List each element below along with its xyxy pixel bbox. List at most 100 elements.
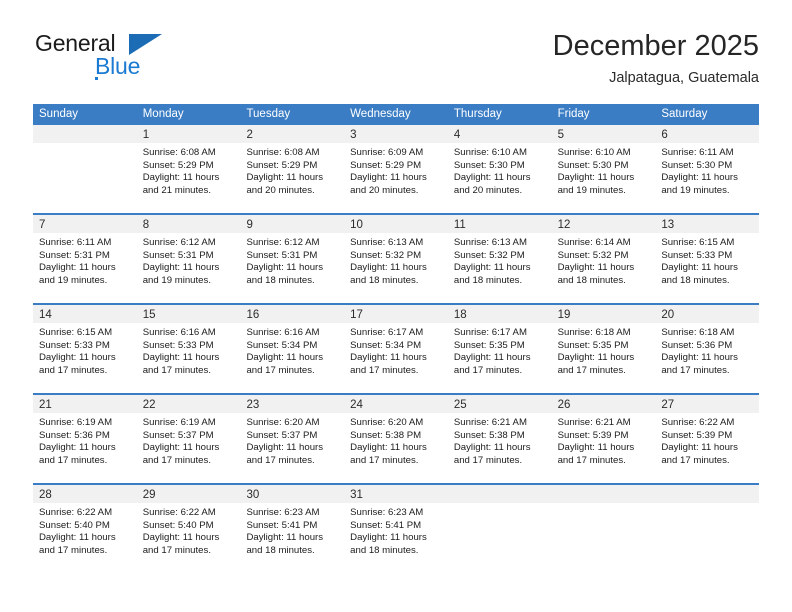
day-number: 26	[557, 399, 571, 411]
daylight-text-line1: Daylight: 11 hours	[557, 352, 635, 364]
day-cell[interactable]: 15 Sunrise: 6:16 AM Sunset: 5:33 PM Dayligh…	[136, 305, 241, 393]
day-details: Sunrise: 6:10 AM Sunset: 5:30 PM Daylight:…	[552, 143, 656, 197]
day-number: 10	[350, 219, 363, 231]
day-cell[interactable]: 1 Sunrise: 6:08 AM Sunset: 5:29 PM Daylight…	[136, 125, 241, 213]
day-number: 22	[142, 399, 156, 411]
day-cell[interactable]: 6 Sunrise: 6:11 AM Sunset: 5:30 PM Daylight…	[655, 125, 760, 213]
calendar-page: General Blue December 2025 Jalpatagua, G…	[0, 0, 792, 612]
day-number-band: 19	[551, 305, 656, 323]
day-cell[interactable]: 20 Sunrise: 6:18 AM Sunset: 5:36 PM Dayligh…	[655, 305, 760, 393]
day-number: 11	[453, 219, 466, 231]
day-cell[interactable]: 11 Sunrise: 6:13 AM Sunset: 5:32 PM Dayligh…	[447, 215, 552, 303]
daylight-text-line1: Daylight: 11 hours	[453, 352, 531, 364]
day-number-band: 25	[447, 395, 552, 413]
day-number-band: 22	[136, 395, 241, 413]
day-number-band	[551, 485, 656, 503]
daylight-text-line1: Daylight: 11 hours	[39, 352, 116, 364]
day-cell[interactable]: 8 Sunrise: 6:12 AM Sunset: 5:31 PM Daylight…	[136, 215, 241, 303]
day-cell[interactable]: 24 Sunrise: 6:20 AM Sunset: 5:38 PM Dayligh…	[344, 395, 448, 483]
sunrise-text: Sunrise: 6:20 AM	[350, 417, 424, 428]
daylight-text-line2: and 17 minutes.	[350, 454, 419, 466]
day-number-band: 3	[344, 125, 448, 143]
daylight-text-line2: and 18 minutes.	[350, 544, 419, 556]
day-number-band: 29	[136, 485, 241, 503]
day-number-band: 9	[240, 215, 345, 233]
daylight-text-line2: and 17 minutes.	[142, 544, 211, 556]
day-details: Sunrise: 6:15 AM Sunset: 5:33 PM Daylight:…	[655, 233, 759, 287]
day-cell[interactable]: 9 Sunrise: 6:12 AM Sunset: 5:31 PM Daylight…	[240, 215, 345, 303]
daylight-text-line1: Daylight: 11 hours	[350, 352, 427, 364]
day-cell[interactable]: 26 Sunrise: 6:21 AM Sunset: 5:39 PM Dayligh…	[551, 395, 656, 483]
daylight-text-line1: Daylight: 11 hours	[350, 442, 427, 454]
daylight-text-line2: and 17 minutes.	[661, 364, 730, 376]
day-cell[interactable]: 25 Sunrise: 6:21 AM Sunset: 5:38 PM Dayligh…	[447, 395, 552, 483]
day-cell[interactable]: 5 Sunrise: 6:10 AM Sunset: 5:30 PM Daylight…	[551, 125, 656, 213]
day-cell[interactable]: 4 Sunrise: 6:10 AM Sunset: 5:30 PM Daylight…	[447, 125, 552, 213]
day-cell[interactable]: 30 Sunrise: 6:23 AM Sunset: 5:41 PM Dayligh…	[240, 485, 345, 573]
day-number-band: 28	[33, 485, 137, 503]
daylight-text-line2: and 19 minutes.	[39, 274, 108, 286]
sunrise-text: Sunrise: 6:17 AM	[350, 327, 424, 338]
day-cell[interactable]: 29 Sunrise: 6:22 AM Sunset: 5:40 PM Dayligh…	[136, 485, 241, 573]
sunrise-text: Sunrise: 6:18 AM	[661, 327, 735, 338]
sunrise-text: Sunrise: 6:11 AM	[39, 237, 112, 248]
day-number-band: 15	[136, 305, 241, 323]
daylight-text-line1: Daylight: 11 hours	[661, 262, 738, 274]
day-number-band	[33, 125, 137, 143]
day-number-band: 30	[240, 485, 345, 503]
day-details: Sunrise: 6:08 AM Sunset: 5:29 PM Daylight:…	[240, 143, 344, 197]
sunset-text: Sunset: 5:29 PM	[142, 159, 214, 171]
day-cell[interactable]: 10 Sunrise: 6:13 AM Sunset: 5:32 PM Dayligh…	[344, 215, 448, 303]
day-number: 27	[661, 399, 675, 411]
day-cell[interactable]: 23 Sunrise: 6:20 AM Sunset: 5:37 PM Dayligh…	[240, 395, 345, 483]
day-cell[interactable]: 17 Sunrise: 6:17 AM Sunset: 5:34 PM Dayligh…	[344, 305, 448, 393]
sunrise-text: Sunrise: 6:13 AM	[350, 237, 424, 248]
daylight-text-line1: Daylight: 11 hours	[246, 262, 324, 274]
day-cell[interactable]: 19 Sunrise: 6:18 AM Sunset: 5:35 PM Dayligh…	[551, 305, 656, 393]
day-cell[interactable]: 28 Sunrise: 6:22 AM Sunset: 5:40 PM Dayligh…	[33, 485, 137, 573]
day-cell[interactable]: 12 Sunrise: 6:14 AM Sunset: 5:32 PM Dayligh…	[551, 215, 656, 303]
day-details: Sunrise: 6:23 AM Sunset: 5:41 PM Daylight:…	[240, 503, 344, 557]
day-number-band: 2	[240, 125, 345, 143]
daylight-text-line2: and 20 minutes.	[350, 184, 419, 196]
day-cell[interactable]: 18 Sunrise: 6:17 AM Sunset: 5:35 PM Dayligh…	[447, 305, 552, 393]
daylight-text-line2: and 18 minutes.	[246, 544, 315, 556]
daylight-text-line1: Daylight: 11 hours	[246, 442, 324, 454]
sunrise-text: Sunrise: 6:19 AM	[39, 417, 113, 428]
day-number: 12	[557, 219, 571, 231]
day-number-band: 8	[136, 215, 241, 233]
day-details: Sunrise: 6:19 AM Sunset: 5:36 PM Daylight:…	[33, 413, 137, 467]
daylight-text-line2: and 19 minutes.	[557, 184, 626, 196]
day-details: Sunrise: 6:08 AM Sunset: 5:29 PM Daylight:…	[137, 143, 241, 197]
day-cell[interactable]: 22 Sunrise: 6:19 AM Sunset: 5:37 PM Dayligh…	[136, 395, 241, 483]
sunrise-text: Sunrise: 6:12 AM	[142, 237, 216, 248]
day-details: Sunrise: 6:23 AM Sunset: 5:41 PM Daylight:…	[344, 503, 448, 557]
day-number-band: 21	[33, 395, 137, 413]
sunset-text: Sunset: 5:38 PM	[453, 429, 525, 441]
day-cell[interactable]: 31 Sunrise: 6:23 AM Sunset: 5:41 PM Dayligh…	[344, 485, 448, 573]
sunrise-text: Sunrise: 6:09 AM	[350, 147, 424, 158]
day-cell[interactable]: 7 Sunrise: 6:11 AM Sunset: 5:31 PM Daylight…	[33, 215, 137, 303]
sunset-text: Sunset: 5:33 PM	[661, 249, 733, 261]
day-cell[interactable]: 13 Sunrise: 6:15 AM Sunset: 5:33 PM Dayligh…	[655, 215, 760, 303]
day-number-band: 27	[655, 395, 760, 413]
day-cell[interactable]: 14 Sunrise: 6:15 AM Sunset: 5:33 PM Dayligh…	[33, 305, 137, 393]
day-cell[interactable]: 21 Sunrise: 6:19 AM Sunset: 5:36 PM Dayligh…	[33, 395, 137, 483]
day-cell[interactable]: 27 Sunrise: 6:22 AM Sunset: 5:39 PM Dayligh…	[655, 395, 760, 483]
day-cell[interactable]: 16 Sunrise: 6:16 AM Sunset: 5:34 PM Dayligh…	[240, 305, 345, 393]
title-block: December 2025 Jalpatagua, Guatemala	[553, 28, 759, 88]
day-details: Sunrise: 6:17 AM Sunset: 5:34 PM Daylight:…	[344, 323, 448, 377]
sunrise-text: Sunrise: 6:21 AM	[453, 417, 527, 428]
daylight-text-line2: and 17 minutes.	[39, 544, 108, 556]
day-details: Sunrise: 6:21 AM Sunset: 5:39 PM Daylight:…	[552, 413, 656, 467]
day-details: Sunrise: 6:13 AM Sunset: 5:32 PM Daylight:…	[344, 233, 448, 287]
day-number: 30	[246, 489, 260, 501]
day-cell[interactable]: 3 Sunrise: 6:09 AM Sunset: 5:29 PM Daylight…	[344, 125, 448, 213]
day-cell-empty	[447, 485, 552, 573]
day-cell-empty	[33, 125, 137, 213]
general-blue-logo[interactable]: General Blue	[33, 28, 253, 88]
sunset-text: Sunset: 5:32 PM	[350, 249, 422, 261]
daylight-text-line2: and 17 minutes.	[142, 364, 211, 376]
daylight-text-line2: and 17 minutes.	[142, 454, 211, 466]
day-cell[interactable]: 2 Sunrise: 6:08 AM Sunset: 5:29 PM Daylight…	[240, 125, 345, 213]
